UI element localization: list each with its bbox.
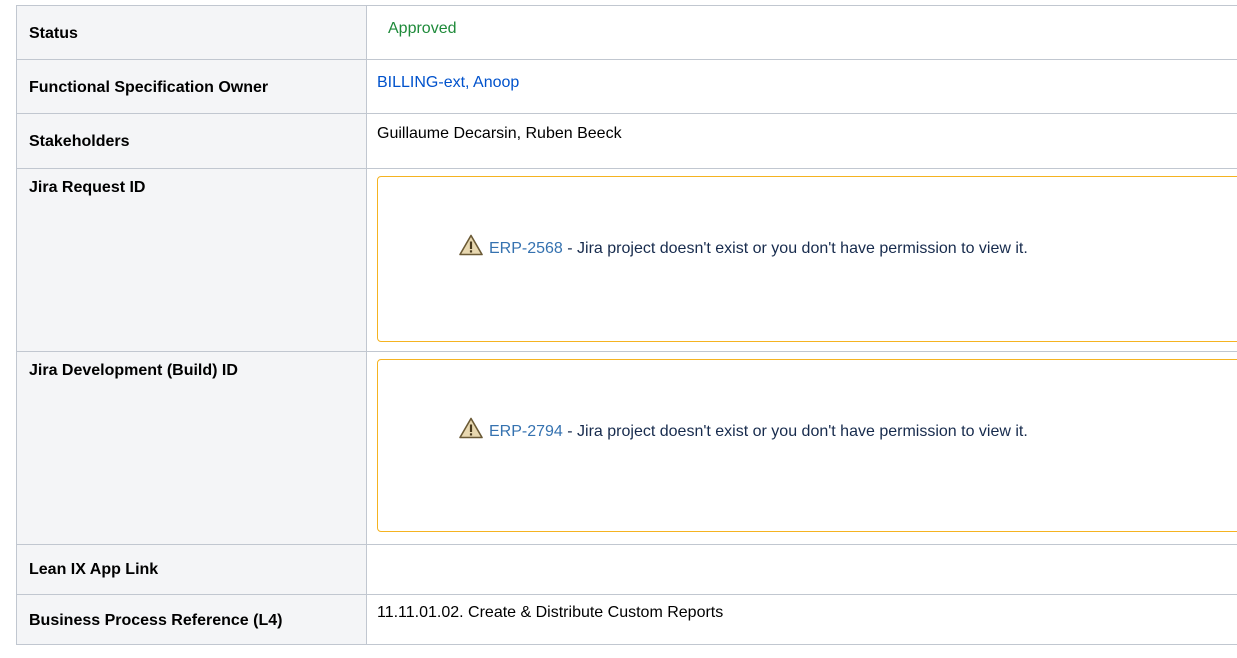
warning-icon — [459, 417, 483, 439]
warning-icon — [459, 234, 483, 256]
row-value-cell: 11.11.01.02. Create & Distribute Custom … — [366, 594, 1237, 645]
row-label-cell: Jira Request ID — [16, 168, 367, 352]
row-label-cell: Business Process Reference (L4) — [16, 594, 367, 645]
stakeholders-value: Guillaume Decarsin, Ruben Beeck — [377, 125, 622, 142]
row-value-cell: ERP-2568 - Jira project doesn't exist or… — [366, 168, 1237, 352]
process-reference-value: 11.11.01.02. Create & Distribute Custom … — [377, 604, 724, 621]
table-row: Lean IX App Link — [16, 544, 1237, 595]
jira-error-message: - Jira project doesn't exist or you don'… — [562, 240, 1028, 257]
status-value: Approved — [388, 20, 457, 37]
table-row: Status Approved — [16, 5, 1237, 60]
properties-table: Status Approved Functional Specification… — [16, 5, 1237, 645]
jira-issue-line: ERP-2568 - Jira project doesn't exist or… — [459, 225, 1219, 273]
row-label: Stakeholders — [29, 133, 130, 150]
table-row: Jira Request ID ERP-2568 - Jira project … — [16, 168, 1237, 352]
table-row: Functional Specification Owner BILLING-e… — [16, 59, 1237, 114]
row-label: Business Process Reference (L4) — [29, 612, 283, 629]
row-label: Jira Request ID — [29, 179, 146, 196]
row-label-cell: Stakeholders — [16, 113, 367, 169]
row-label-cell: Status — [16, 5, 367, 60]
jira-issue-line: ERP-2794 - Jira project doesn't exist or… — [459, 408, 1219, 456]
row-value-cell — [366, 544, 1237, 595]
row-value-cell: BILLING-ext, Anoop — [366, 59, 1237, 114]
owner-link[interactable]: BILLING-ext, Anoop — [377, 60, 519, 92]
row-value-cell: Approved — [366, 5, 1237, 60]
row-value-cell: Guillaume Decarsin, Ruben Beeck — [366, 113, 1237, 169]
row-label-cell: Lean IX App Link — [16, 544, 367, 595]
row-label: Status — [29, 25, 78, 42]
row-label: Functional Specification Owner — [29, 79, 269, 96]
table-row: Business Process Reference (L4) 11.11.01… — [16, 594, 1237, 645]
row-label-cell: Functional Specification Owner — [16, 59, 367, 114]
table-row: Stakeholders Guillaume Decarsin, Ruben B… — [16, 113, 1237, 169]
table-row: Jira Development (Build) ID ERP-2794 - J… — [16, 351, 1237, 545]
jira-issue-macro: ERP-2794 - Jira project doesn't exist or… — [377, 359, 1237, 532]
row-value-cell: ERP-2794 - Jira project doesn't exist or… — [366, 351, 1237, 545]
jira-issue-macro: ERP-2568 - Jira project doesn't exist or… — [377, 176, 1237, 342]
jira-error-message: - Jira project doesn't exist or you don'… — [562, 423, 1028, 440]
jira-issue-key-link[interactable]: ERP-2568 — [489, 240, 563, 257]
row-label-cell: Jira Development (Build) ID — [16, 351, 367, 545]
row-label: Lean IX App Link — [29, 561, 159, 578]
jira-issue-key-link[interactable]: ERP-2794 — [489, 423, 563, 440]
row-label: Jira Development (Build) ID — [29, 362, 238, 379]
